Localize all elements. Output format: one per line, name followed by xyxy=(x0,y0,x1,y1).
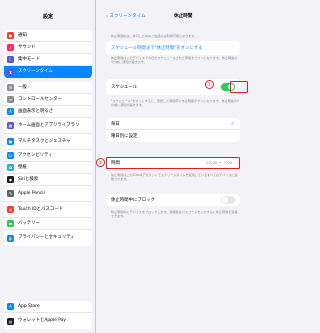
sidebar-item[interactable]: ✎ Apple Pencil xyxy=(4,186,92,202)
block-label: 休止時間中にブロック xyxy=(111,198,155,203)
nav-bar: ‹ スクリーンタイム 休止時間 xyxy=(96,10,250,20)
battery-icon: ▬ xyxy=(7,220,14,227)
annotation-badge-2: ② xyxy=(96,158,105,167)
home-grid-icon: ▦ xyxy=(7,122,14,129)
sidebar-item-label: アクセシビリティ xyxy=(18,152,53,158)
schedule-row: スケジュール xyxy=(106,79,240,95)
appstore-icon: A xyxy=(7,303,14,310)
schedule-description: "スケジュール"をオンにすると、選択した時間帯に休止時間がオンになります。休止時… xyxy=(111,99,239,108)
sidebar-group-general: ⚙ 一般 ≡ コントロールセンター A 画面表示と明るさ ▦ ホーム画面とアプリライブラリ ▣ マ… xyxy=(4,82,92,246)
sidebar-item-label: App Store xyxy=(18,303,40,309)
sidebar-item-label: サウンド xyxy=(18,44,36,50)
sidebar-item-label: コントロールセンター xyxy=(18,96,62,102)
sidebar-item-label: バッテリー xyxy=(18,220,40,226)
sidebar-item[interactable]: ◎ Touch IDとパスコード xyxy=(4,202,92,218)
schedule-card: スケジュール xyxy=(106,79,240,95)
block-row: 休止時間中にブロック xyxy=(106,194,240,206)
brightness-icon: A xyxy=(7,108,14,115)
sidebar-item[interactable]: ◉ Siriと検索 xyxy=(4,174,92,186)
sidebar-item-label: 一般 xyxy=(18,84,27,90)
gear-icon: ⚙ xyxy=(7,84,14,91)
hourglass-icon: ⧗ xyxy=(7,68,14,76)
sidebar-title: 設定 xyxy=(42,14,53,20)
back-button[interactable]: ‹ スクリーンタイム xyxy=(106,13,146,19)
downtime-now-card: スケジュール時間まで"休止時間"をオンにする xyxy=(106,41,240,55)
wallpaper-icon: ✿ xyxy=(7,164,14,171)
sidebar-item-label: スクリーンタイム xyxy=(18,69,53,75)
detail-pane: ‹ スクリーンタイム 休止時間 休止時間中は、許可したAppと電話のみ利用可能に… xyxy=(96,0,250,333)
bell-icon: ● xyxy=(7,32,14,39)
sidebar-item[interactable]: ☾ 集中モード xyxy=(4,54,92,66)
downtime-description: 休止時間中は、許可したAppと電話のみ利用可能になります。 xyxy=(111,34,198,38)
option-custom-days[interactable]: 曜日別に設定 xyxy=(106,130,240,142)
sidebar-item[interactable]: ≡ コントロールセンター xyxy=(4,94,92,106)
sidebar-item-label: プライバシーとセキュリティ xyxy=(18,235,75,241)
sidebar-item-label: 壁紙 xyxy=(18,164,27,170)
sidebar-item[interactable]: ♪ サウンド xyxy=(4,42,92,54)
schedule-label: スケジュール xyxy=(111,85,138,90)
option-daily[interactable]: 毎日 ✓ xyxy=(106,118,240,130)
pencil-icon: ✎ xyxy=(7,190,14,197)
sidebar-item-label: マルチタスクとジェスチャ xyxy=(18,138,71,144)
highlight-box-2 xyxy=(106,157,240,169)
sidebar-item[interactable]: ⧗ スクリーンタイム xyxy=(4,66,92,78)
block-toggle[interactable] xyxy=(221,196,235,204)
sidebar-item-label: ウォレットとApple Pay xyxy=(18,318,66,324)
annotation-badge-1: ① xyxy=(205,80,214,89)
turn-on-until-schedule-link[interactable]: スケジュール時間まで"休止時間"をオンにする xyxy=(106,41,240,55)
hand-icon: ✋ xyxy=(7,234,14,242)
sidebar-item[interactable]: ☺ アクセシビリティ xyxy=(4,150,92,162)
multitask-icon: ▣ xyxy=(7,138,14,145)
sidebar-item[interactable]: ✿ 壁紙 xyxy=(4,162,92,174)
checkmark-icon: ✓ xyxy=(230,120,235,127)
highlight-box-1 xyxy=(230,81,248,93)
block-card: 休止時間中にブロック xyxy=(106,194,240,206)
sidebar-item[interactable]: ▬ バッテリー xyxy=(4,218,92,230)
option-daily-label: 毎日 xyxy=(111,121,120,127)
fingerprint-icon: ◎ xyxy=(7,206,14,213)
downtime-now-description: 休止時間はこのデバイスで今日のスケジュールされた時間までオンになります。休止時間… xyxy=(111,56,238,65)
back-label: スクリーンタイム xyxy=(109,14,146,19)
switches-icon: ≡ xyxy=(7,96,14,103)
sidebar-item[interactable]: ● 通知 xyxy=(4,30,92,42)
settings-sidebar: 設定 ● 通知 ♪ サウンド ☾ 集中モード ⧗ スクリーンタイム ⚙ 一般 ≡ コントロールセンタ… xyxy=(0,0,96,333)
sidebar-item[interactable]: ▣ マルチタスクとジェスチャ xyxy=(4,134,92,150)
sidebar-group-store: A App Store ▤ ウォレットとApple Pay xyxy=(4,301,92,329)
option-custom-label: 曜日別に設定 xyxy=(111,134,138,139)
sidebar-item-label: 画面表示と明るさ xyxy=(18,108,54,114)
sidebar-item-label: Touch IDとパスコード xyxy=(18,206,64,212)
sidebar-group-notifications: ● 通知 ♪ サウンド ☾ 集中モード ⧗ スクリーンタイム xyxy=(4,30,92,78)
sidebar-item[interactable]: A 画面表示と明るさ xyxy=(4,106,92,118)
sidebar-item[interactable]: ▤ ウォレットとApple Pay xyxy=(4,313,92,329)
sidebar-item-label: 集中モード xyxy=(18,56,40,62)
time-description: 休止時間はこのiCloudアカウントでスクリーンタイムを使用しているすべてのデバ… xyxy=(111,173,238,182)
moon-icon: ☾ xyxy=(7,56,14,63)
sidebar-item[interactable]: A App Store xyxy=(4,301,92,313)
sidebar-item[interactable]: ✋ プライバシーとセキュリティ xyxy=(4,230,92,246)
siri-icon: ◉ xyxy=(7,176,14,183)
speaker-icon: ♪ xyxy=(7,44,14,51)
wallet-icon: ▤ xyxy=(7,317,14,325)
sidebar-item-label: ホーム画面とアプリライブラリ xyxy=(18,122,80,128)
sidebar-item-label: Siriと検索 xyxy=(18,176,39,182)
sidebar-item-label: 通知 xyxy=(18,32,27,38)
accessibility-icon: ☺ xyxy=(7,152,14,159)
frequency-card: 毎日 ✓ 曜日別に設定 xyxy=(106,118,240,142)
sidebar-item-label: Apple Pencil xyxy=(18,190,45,196)
sidebar-item[interactable]: ⚙ 一般 xyxy=(4,82,92,94)
page-title: 休止時間 xyxy=(174,14,193,19)
block-description: 休止時間中にデバイスをブロックします。保護者はパスコードを入力すると休止時間を延… xyxy=(111,210,238,219)
sidebar-item[interactable]: ▦ ホーム画面とアプリライブラリ xyxy=(4,118,92,134)
